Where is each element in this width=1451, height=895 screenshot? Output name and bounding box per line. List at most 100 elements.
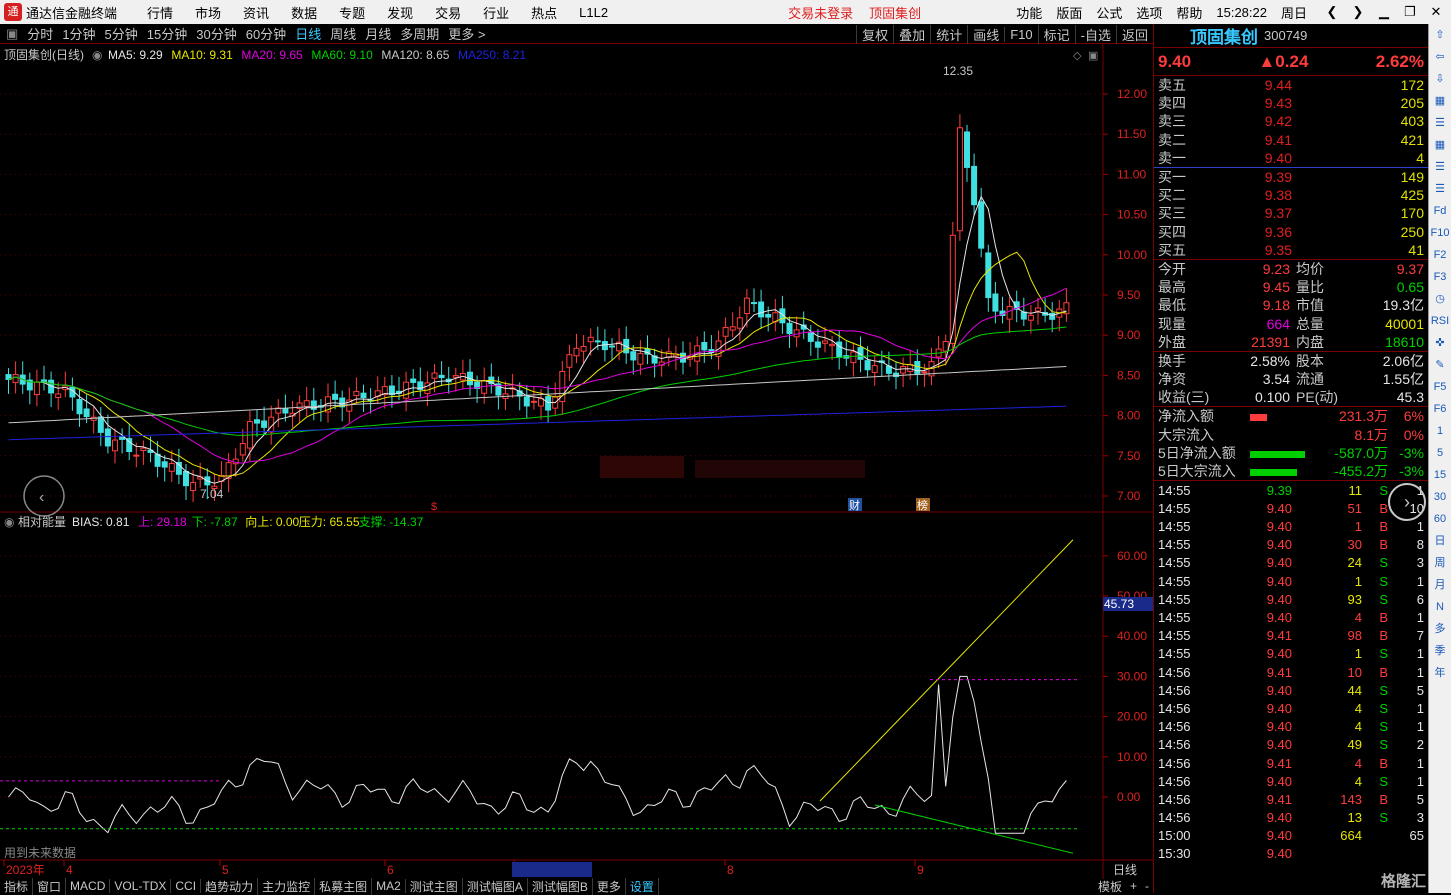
- list-icon[interactable]: ☰: [1429, 178, 1451, 200]
- next-arrow-icon[interactable]: ›: [1388, 483, 1426, 521]
- tab-trend-power[interactable]: 趋势动力: [201, 877, 259, 895]
- tool-stats[interactable]: 统计: [930, 24, 967, 44]
- forward-icon[interactable]: ❯: [1347, 4, 1369, 20]
- tick-row[interactable]: 14:55 9.40 51 B 10: [1154, 499, 1428, 517]
- cross-icon[interactable]: ✜: [1429, 332, 1451, 354]
- diamond-icon[interactable]: ◇: [1073, 50, 1082, 62]
- tick-row[interactable]: 14:56 9.40 4 S 1: [1154, 699, 1428, 717]
- f6-icon[interactable]: F6: [1429, 398, 1451, 420]
- tick-row[interactable]: 14:55 9.40 1 S 1: [1154, 572, 1428, 590]
- sidebar-period-button[interactable]: 年: [1429, 662, 1451, 684]
- panel-toggle-icon[interactable]: ▣: [1088, 50, 1098, 62]
- period-tab-15min[interactable]: 15分钟: [147, 24, 187, 43]
- list-icon[interactable]: ☰: [1429, 112, 1451, 134]
- tick-row[interactable]: 14:55 9.40 24 S 3: [1154, 554, 1428, 572]
- tick-row[interactable]: 14:55 9.40 30 B 8: [1154, 536, 1428, 554]
- period-tab-monthly[interactable]: 月线: [365, 24, 391, 43]
- sidebar-period-button[interactable]: 30: [1429, 486, 1451, 508]
- menu-item-discover[interactable]: 发现: [387, 3, 413, 22]
- tab-vol-tdx[interactable]: VOL-TDX: [110, 879, 172, 893]
- menu-item-hot[interactable]: 热点: [531, 3, 557, 22]
- left-arrow-icon[interactable]: ⇦: [1429, 46, 1451, 68]
- sidebar-period-button[interactable]: 5: [1429, 442, 1451, 464]
- period-tab-30min[interactable]: 30分钟: [196, 24, 236, 43]
- ask-row[interactable]: 卖三 9.42 403: [1154, 112, 1428, 130]
- menu-item-help[interactable]: 帮助: [1176, 3, 1202, 22]
- menu-item-market[interactable]: 市场: [195, 3, 221, 22]
- menu-item-quotes[interactable]: 行情: [147, 3, 173, 22]
- ask-row[interactable]: 卖五 9.44 172: [1154, 76, 1428, 94]
- tab-test-b[interactable]: 测试幅图B: [528, 877, 593, 895]
- tick-row[interactable]: 14:55 9.41 98 B 7: [1154, 627, 1428, 645]
- menu-item-formula[interactable]: 公式: [1096, 3, 1122, 22]
- bid-row[interactable]: 买五 9.35 41: [1154, 241, 1428, 259]
- menu-item-layout[interactable]: 版面: [1056, 3, 1082, 22]
- tick-row[interactable]: 14:56 9.40 13 S 3: [1154, 809, 1428, 827]
- tick-row[interactable]: 14:55 9.40 93 S 6: [1154, 590, 1428, 608]
- tab-cci[interactable]: CCI: [171, 879, 202, 893]
- period-tab-1min[interactable]: 1分钟: [62, 24, 95, 43]
- bid-row[interactable]: 买四 9.36 250: [1154, 223, 1428, 241]
- pen-icon[interactable]: ✎: [1429, 354, 1451, 376]
- tick-row[interactable]: 15:30 9.40: [1154, 845, 1428, 863]
- sidebar-period-button[interactable]: 周: [1429, 552, 1451, 574]
- zoom-out-button[interactable]: -: [1141, 879, 1153, 893]
- back-icon[interactable]: ❮: [1321, 4, 1343, 20]
- menu-item-industry[interactable]: 行业: [483, 3, 509, 22]
- period-tab-5min[interactable]: 5分钟: [105, 24, 138, 43]
- period-tab-intraday[interactable]: 分时: [27, 24, 53, 43]
- sidebar-period-button[interactable]: 15: [1429, 464, 1451, 486]
- sidebar-period-button[interactable]: 1: [1429, 420, 1451, 442]
- tool-draw[interactable]: 画线: [967, 24, 1004, 44]
- chart-icon[interactable]: ▦: [1429, 90, 1451, 112]
- tab-more[interactable]: 更多: [593, 877, 626, 895]
- bid-row[interactable]: 买三 9.37 170: [1154, 204, 1428, 222]
- prev-arrow-icon[interactable]: ‹: [39, 489, 44, 506]
- menu-item-trade[interactable]: 交易: [435, 3, 461, 22]
- tick-row[interactable]: 14:55 9.40 1 S 1: [1154, 645, 1428, 663]
- period-tab-more[interactable]: 更多 >: [448, 24, 485, 43]
- tick-row[interactable]: 14:56 9.40 44 S 5: [1154, 681, 1428, 699]
- f2-icon[interactable]: F2: [1429, 244, 1451, 266]
- tab-settings[interactable]: 设置: [626, 877, 659, 895]
- f10-icon[interactable]: F10: [1429, 222, 1451, 244]
- tick-row[interactable]: 14:56 9.40 4 S 1: [1154, 718, 1428, 736]
- minimize-icon[interactable]: ▁: [1373, 4, 1395, 20]
- close-icon[interactable]: ✕: [1425, 4, 1447, 20]
- tick-row[interactable]: 14:56 9.41 10 B 1: [1154, 663, 1428, 681]
- tick-row[interactable]: 14:55 9.39 11 S 1: [1154, 481, 1428, 499]
- template-button[interactable]: 模板: [1094, 878, 1126, 895]
- sidebar-period-button[interactable]: 季: [1429, 640, 1451, 662]
- sidebar-period-button[interactable]: N: [1429, 596, 1451, 618]
- tab-window[interactable]: 窗口: [33, 877, 67, 895]
- up-arrow-icon[interactable]: ⇧: [1429, 24, 1451, 46]
- kline-chart[interactable]: 顶固集创(日线) ◉ MA5: 9.29 MA10: 9.31 MA20: 9.65…: [0, 44, 1153, 879]
- tab-test-a[interactable]: 测试幅图A: [463, 877, 528, 895]
- tab-macd[interactable]: MACD: [66, 879, 111, 893]
- period-tab-60min[interactable]: 60分钟: [246, 24, 286, 43]
- window-icon[interactable]: ▣: [6, 26, 18, 42]
- bid-row[interactable]: 买一 9.39 149: [1154, 168, 1428, 186]
- f3-icon[interactable]: F3: [1429, 266, 1451, 288]
- menu-item-news[interactable]: 资讯: [243, 3, 269, 22]
- restore-icon[interactable]: ❐: [1399, 4, 1421, 20]
- tool-overlay[interactable]: 叠加: [893, 24, 930, 44]
- tick-row[interactable]: 14:56 9.41 143 B 5: [1154, 790, 1428, 808]
- f5-icon[interactable]: F5: [1429, 376, 1451, 398]
- tick-row[interactable]: 14:56 9.40 49 S 2: [1154, 736, 1428, 754]
- list-icon[interactable]: ☰: [1429, 156, 1451, 178]
- login-status[interactable]: 交易未登录: [788, 3, 853, 22]
- tab-main-monitor[interactable]: 主力监控: [258, 877, 316, 895]
- menu-item-function[interactable]: 功能: [1016, 3, 1042, 22]
- tool-remove-watchlist[interactable]: -自选: [1074, 24, 1116, 44]
- tab-private-main[interactable]: 私募主图: [315, 877, 373, 895]
- clock-icon[interactable]: ◷: [1429, 288, 1451, 310]
- tool-back[interactable]: 返回: [1115, 24, 1153, 44]
- tick-row[interactable]: 14:55 9.40 4 B 1: [1154, 608, 1428, 626]
- sidebar-period-button[interactable]: 多: [1429, 618, 1451, 640]
- menu-item-data[interactable]: 数据: [291, 3, 317, 22]
- indicator-settings-icon[interactable]: ◉: [4, 515, 14, 529]
- menu-item-options[interactable]: 选项: [1136, 3, 1162, 22]
- down-arrow-icon[interactable]: ⇩: [1429, 68, 1451, 90]
- ask-row[interactable]: 卖一 9.40 4: [1154, 149, 1428, 167]
